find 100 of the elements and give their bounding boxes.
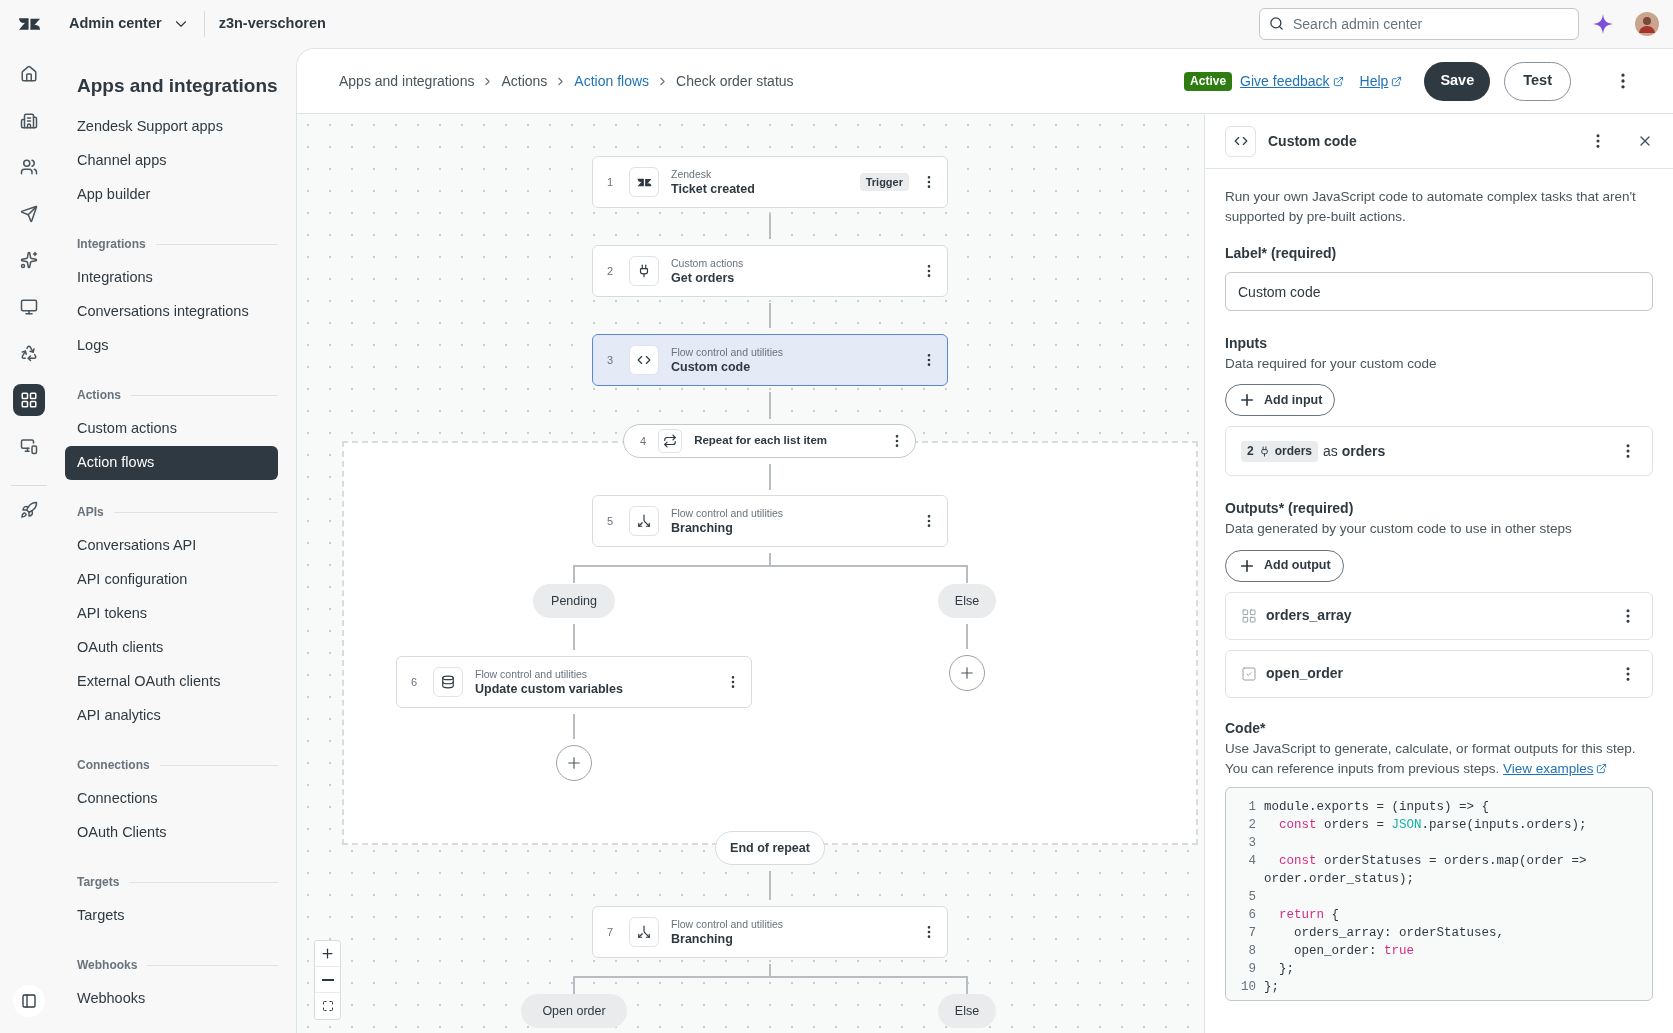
sidebar-item[interactable]: OAuth Clients — [65, 816, 278, 850]
code-line: module.exports = (inputs) => { — [1263, 798, 1491, 816]
section-hint: Data required for your custom code — [1225, 355, 1438, 373]
recycle-icon — [19, 344, 38, 362]
step-card[interactable]: 1 Zendesk Ticket created Trigger — [592, 156, 948, 208]
save-button[interactable]: Save — [1424, 61, 1491, 101]
branch-label: Else — [938, 584, 996, 618]
sidebar-item[interactable]: Action flows — [65, 446, 278, 480]
breadcrumb-item[interactable]: Apps and integrations — [339, 70, 475, 92]
database-icon — [441, 675, 455, 689]
step-number: 2 — [1247, 443, 1254, 461]
repeat-icon — [663, 434, 678, 448]
plug-icon — [637, 264, 651, 278]
field-label: Label* (required) — [1225, 244, 1338, 263]
connector-line — [966, 624, 968, 649]
section-heading: Inputs — [1225, 334, 1268, 353]
external-link-icon — [1332, 75, 1344, 87]
step-card[interactable]: 7 Flow control and utilities Branching — [592, 906, 948, 958]
view-examples-link[interactable]: View examples — [1502, 758, 1608, 779]
step-title: Repeat for each list item — [694, 433, 829, 449]
account-name: z3n-verschoren — [218, 14, 326, 34]
connector-line — [573, 624, 575, 650]
step-card[interactable]: 5 Flow control and utilities Branching — [592, 495, 948, 547]
connector-line — [769, 871, 771, 900]
output-name: orders_array — [1266, 606, 1353, 625]
connector-line — [573, 714, 575, 739]
product-switcher[interactable]: Admin center — [69, 13, 190, 35]
sidebar-item[interactable]: API configuration — [65, 563, 278, 597]
help-link[interactable]: Help — [1359, 70, 1403, 92]
line-number: 7 — [1247, 924, 1257, 942]
connector-line — [769, 303, 771, 328]
code-line: }; — [1263, 978, 1280, 996]
test-button[interactable]: Test — [1504, 61, 1571, 101]
logo-icon — [636, 176, 652, 188]
sidebar-item[interactable]: Webhooks — [65, 982, 278, 1016]
sidebar-item[interactable]: External OAuth clients — [65, 665, 278, 699]
trigger-tag: Trigger — [859, 172, 909, 192]
step-number: 6 — [411, 674, 419, 690]
sidebar-heading: Webhooks — [77, 957, 138, 974]
collapse-sidebar-button[interactable] — [12, 985, 45, 1017]
code-line: }; — [1278, 960, 1296, 978]
step-title: Ticket created — [671, 182, 756, 197]
nav-rail-button[interactable] — [12, 383, 45, 416]
step-category: Custom actions — [671, 256, 745, 271]
avatar[interactable] — [1635, 12, 1659, 36]
line-number: 5 — [1247, 888, 1257, 906]
sidebar-heading: Connections — [77, 757, 150, 774]
breadcrumb-item[interactable]: Action flows — [574, 70, 650, 92]
section-hint: Use JavaScript to generate, calculate, or format outputs for this step. You can reference inputs from previous steps. View examples — [1225, 738, 1653, 779]
step-number: 4 — [640, 433, 647, 449]
logo-icon — [18, 16, 41, 32]
send-icon — [19, 204, 38, 223]
loop-step[interactable]: 4 Repeat for each list item — [623, 424, 916, 458]
sidebar-item[interactable]: Connections — [65, 782, 278, 816]
sidebar-heading: Targets — [77, 874, 120, 891]
sidebar-item[interactable]: API analytics — [65, 699, 278, 733]
breadcrumb-item[interactable]: Actions — [501, 70, 548, 92]
sidebar-item[interactable]: Logs — [65, 329, 278, 363]
sidebar-item[interactable]: OAuth clients — [65, 631, 278, 665]
connector-line — [769, 214, 771, 239]
line-number: 8 — [1247, 942, 1257, 960]
building-icon — [19, 111, 38, 130]
branch-icon — [637, 514, 651, 528]
monitor-icon — [19, 297, 38, 316]
sidebar-item[interactable]: Targets — [65, 899, 278, 933]
branch-label: Open order — [521, 994, 627, 1028]
people-icon — [19, 158, 38, 176]
code-editor[interactable] — [1225, 786, 1653, 1001]
line-number: 1 — [1247, 798, 1257, 816]
step-card[interactable]: 6 Flow control and utilities Update custom variables — [396, 656, 752, 708]
sidebar-item[interactable]: Channel apps — [65, 144, 278, 178]
code-line: open_order: true — [1293, 942, 1416, 960]
line-number: 9 — [1247, 960, 1257, 978]
sidebar-heading: Actions — [77, 387, 121, 404]
sidebar-title: Apps and integrations — [76, 74, 278, 98]
panel-description: Run your own JavaScript code to automate complex tasks that aren't supported by pre-built actions. — [1225, 188, 1637, 226]
sidebar-item[interactable]: Conversations integrations — [65, 295, 278, 329]
step-card[interactable]: 2 Custom actions Get orders — [592, 245, 948, 297]
sidebar-item[interactable]: Conversations API — [65, 529, 278, 563]
sparkle-icon[interactable] — [1593, 14, 1613, 34]
sidebar-item[interactable]: Zendesk Support apps — [65, 110, 278, 144]
line-number: 2 — [1247, 816, 1257, 834]
panel-title: Custom code — [1268, 131, 1358, 151]
code-line: orders_array: orderStatuses, — [1293, 924, 1506, 942]
sidebar-item[interactable]: Custom actions — [65, 412, 278, 446]
code-line: const orderStatuses = orders.map(order => order.order_status); — [1263, 852, 1588, 888]
sidebar-item[interactable]: API tokens — [65, 597, 278, 631]
line-number: 6 — [1247, 906, 1257, 924]
step-card[interactable]: 3 Flow control and utilities Custom code — [592, 334, 948, 386]
search-field[interactable]: Search admin center — [1259, 8, 1579, 40]
step-category: Flow control and utilities — [475, 667, 589, 682]
help-link[interactable]: Give feedback — [1240, 70, 1344, 92]
sidebar-item[interactable]: Integrations — [65, 261, 278, 295]
breadcrumb-item[interactable]: Check order status — [676, 70, 794, 92]
input-alias: as orders — [1323, 441, 1387, 461]
connector-line — [769, 392, 771, 419]
label-field[interactable]: Custom code — [1225, 272, 1653, 311]
sidebar-item[interactable]: App builder — [65, 178, 278, 212]
section-heading: Outputs* (required) — [1225, 499, 1355, 519]
external-link-icon — [1596, 763, 1608, 774]
